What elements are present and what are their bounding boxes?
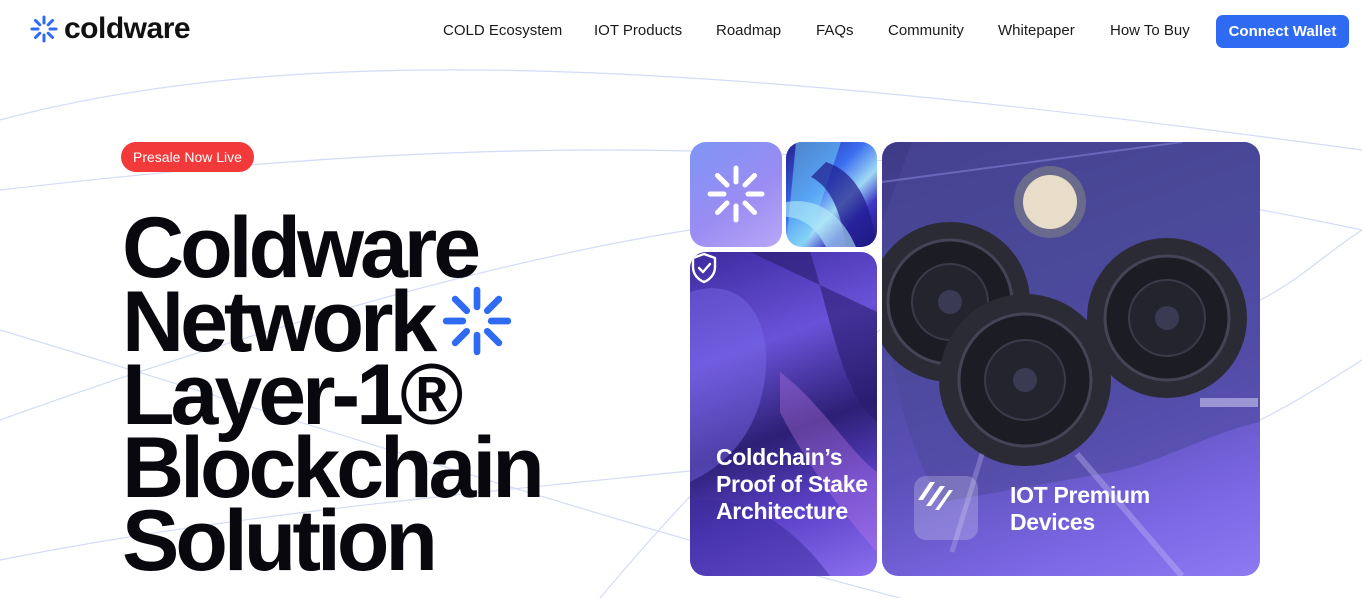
shield-check-icon <box>691 252 717 284</box>
nav-iot-products[interactable]: IOT Products <box>594 22 682 39</box>
nav-cold-ecosystem[interactable]: COLD Ecosystem <box>443 22 562 39</box>
logo-text: coldware <box>64 12 191 45</box>
abstract-shape-image <box>786 142 877 247</box>
iot-devices-caption: IOT Premium Devices <box>1010 482 1150 535</box>
logo-tile <box>690 142 782 247</box>
nav-whitepaper[interactable]: Whitepaper <box>998 22 1075 39</box>
asterisk-star-icon <box>30 15 58 43</box>
nav-roadmap[interactable]: Roadmap <box>716 22 781 39</box>
connect-wallet-button[interactable]: Connect Wallet <box>1216 15 1349 48</box>
abstract-art-tile <box>786 142 877 247</box>
presale-badge[interactable]: Presale Now Live <box>121 142 254 172</box>
nav-faqs[interactable]: FAQs <box>816 22 854 39</box>
logo[interactable]: coldware <box>30 12 191 45</box>
top-navbar: coldware COLD Ecosystem IOT Products Roa… <box>0 0 1362 62</box>
asterisk-star-icon <box>707 165 765 223</box>
proof-of-stake-tile[interactable]: Coldchain’s Proof of Stake Architecture <box>690 252 877 576</box>
proof-of-stake-caption: Coldchain’s Proof of Stake Architecture <box>716 444 868 524</box>
abstract-tunnel-image <box>690 252 877 576</box>
hero-title: Coldware Network Layer-1® Blockchain Sol… <box>122 205 545 584</box>
iot-devices-tile[interactable]: IOT Premium Devices <box>882 142 1260 576</box>
nav-community[interactable]: Community <box>888 22 964 39</box>
nav-how-to-buy[interactable]: How To Buy <box>1110 22 1190 39</box>
coldware-stripes-icon <box>918 482 953 510</box>
iot-icon-box <box>914 476 978 540</box>
